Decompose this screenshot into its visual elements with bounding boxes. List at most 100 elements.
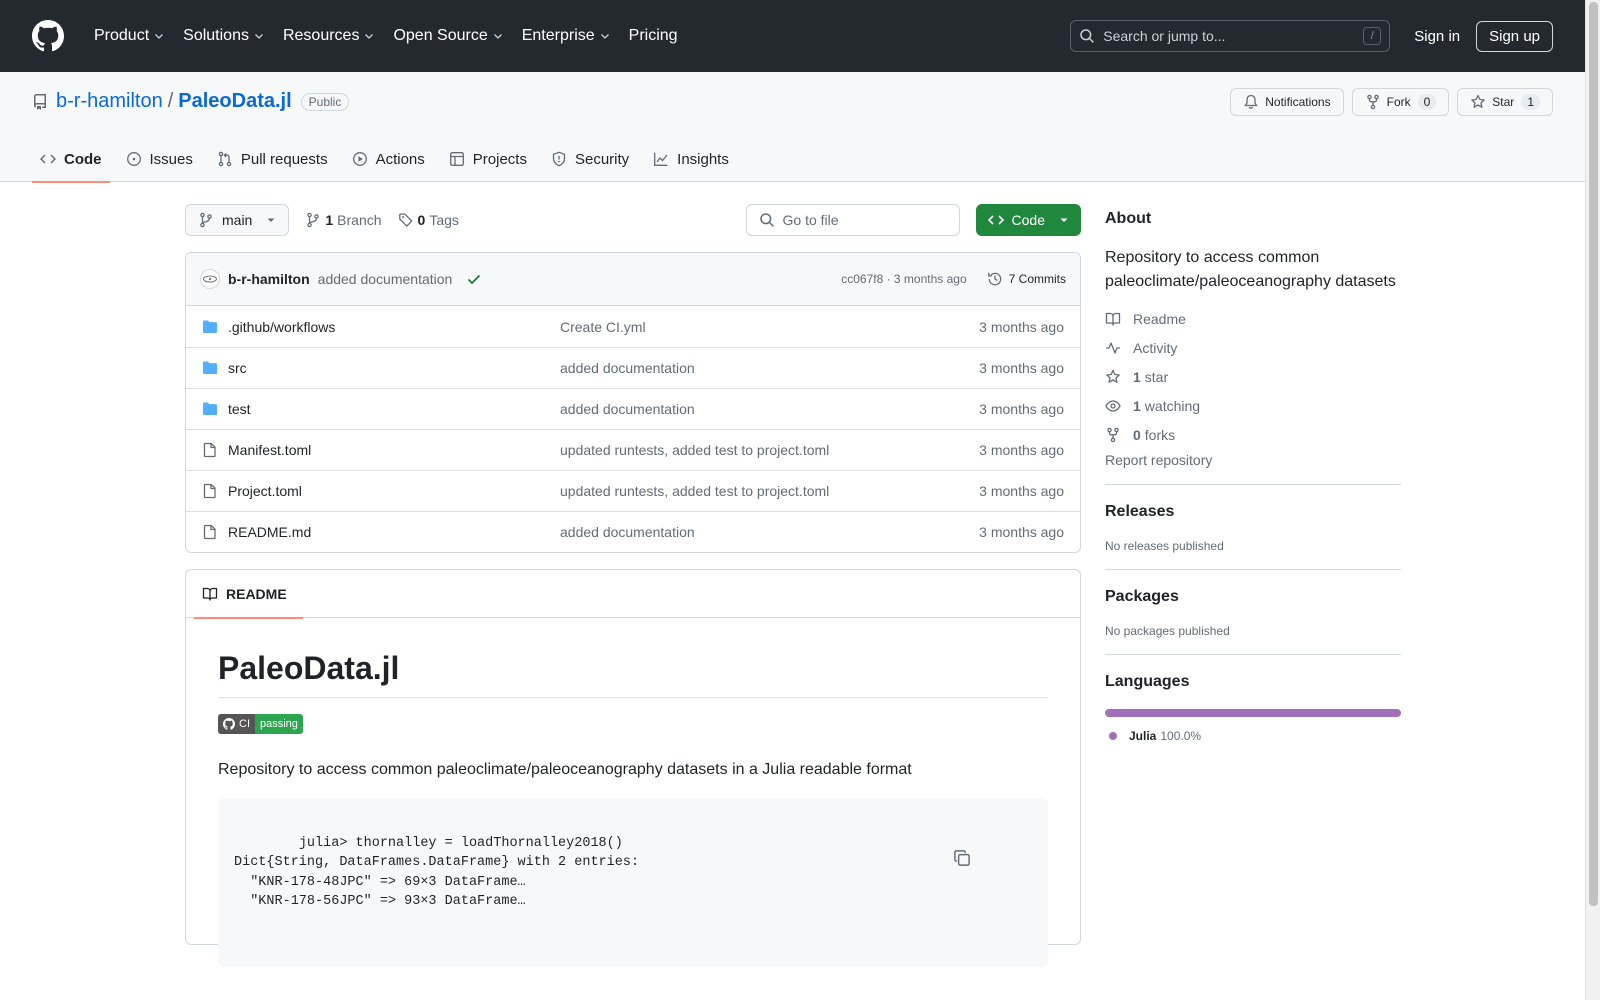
copy-icon[interactable] <box>953 810 1034 906</box>
history-icon <box>987 272 1001 286</box>
file-commit-message[interactable]: updated runtests, added test to project.… <box>560 442 979 458</box>
stars-count: 1 <box>1133 368 1141 385</box>
file-name-link[interactable]: src <box>228 360 560 376</box>
tab-pull-requests-label: Pull requests <box>240 150 328 168</box>
play-circle-icon <box>352 152 367 166</box>
star-count: 1 <box>1521 94 1540 110</box>
chevron-down-icon <box>493 34 502 39</box>
tag-label: Tags <box>429 212 459 228</box>
releases-heading[interactable]: Releases <box>1105 503 1401 521</box>
packages-heading[interactable]: Packages <box>1105 588 1401 606</box>
branch-label: Branch <box>337 212 382 228</box>
file-commit-message[interactable]: added documentation <box>560 360 979 376</box>
nav-product[interactable]: Product <box>86 21 173 51</box>
file-row[interactable]: Manifest.toml updated runtests, added tes… <box>186 429 1080 470</box>
nav-open-source[interactable]: Open Source <box>385 21 511 51</box>
file-commit-message[interactable]: added documentation <box>560 401 979 417</box>
tags-link[interactable]: 0 Tags <box>398 212 459 228</box>
file-name-link[interactable]: .github/workflows <box>228 319 560 335</box>
scrollbar-thumb[interactable] <box>1589 2 1598 906</box>
file-commit-message[interactable]: Create CI.yml <box>560 319 979 335</box>
commits-count-label: 7 Commits <box>1008 272 1066 286</box>
repo-owner-link[interactable]: b-r-hamilton <box>56 90 163 113</box>
table-icon <box>449 152 464 166</box>
go-to-file-input[interactable]: Go to file <box>745 204 960 236</box>
star-button[interactable]: Star 1 <box>1457 88 1553 116</box>
nav-enterprise[interactable]: Enterprise <box>514 21 619 51</box>
chevron-down-icon <box>600 34 609 39</box>
ci-badge-left: CI <box>218 714 255 734</box>
file-name-link[interactable]: test <box>228 401 560 417</box>
tab-actions[interactable]: Actions <box>344 136 433 182</box>
readme-tab-label: README <box>226 585 287 602</box>
tab-projects[interactable]: Projects <box>441 136 535 182</box>
tab-security[interactable]: Security <box>543 136 637 182</box>
chevron-down-icon <box>255 34 263 39</box>
sign-up-button[interactable]: Sign up <box>1476 20 1553 52</box>
branch-name: main <box>222 212 253 228</box>
file-name-link[interactable]: Manifest.toml <box>228 442 560 458</box>
global-search-input[interactable]: Search or jump to... / <box>1070 20 1391 52</box>
watching-link[interactable]: 1 watching <box>1105 391 1401 420</box>
code-icon <box>40 154 56 164</box>
ci-status-badge[interactable]: CI passing <box>218 714 303 734</box>
readme-code-block: julia> thornalley = loadThornalley2018()… <box>218 798 1048 967</box>
readme-tab[interactable]: README <box>194 570 303 619</box>
sign-in-link[interactable]: Sign in <box>1404 22 1470 51</box>
readme-panel: README PaleoData.jl CI passing Repositor… <box>185 569 1081 967</box>
tab-code[interactable]: Code <box>32 136 110 183</box>
tab-issues[interactable]: Issues <box>118 136 201 182</box>
repo-title: b-r-hamilton / PaleoData.jl Public <box>32 90 350 113</box>
file-commit-message[interactable]: added documentation <box>560 524 979 540</box>
commit-author[interactable]: b-r-hamilton <box>228 271 310 287</box>
repo-actions: Notifications Fork 0 Star 1 <box>1230 88 1553 116</box>
file-row[interactable]: test added documentation 3 months ago <box>186 388 1080 429</box>
language-item-julia[interactable]: Julia 100.0% <box>1105 729 1401 743</box>
file-row[interactable]: src added documentation 3 months ago <box>186 347 1080 388</box>
nav-pricing-label: Pricing <box>628 27 678 44</box>
stars-link[interactable]: 1 star <box>1105 362 1401 391</box>
branch-selector[interactable]: main <box>185 204 290 236</box>
check-icon[interactable] <box>466 271 482 287</box>
readme-tab-bar: README <box>186 570 1080 619</box>
forks-link[interactable]: 0 forks <box>1105 420 1401 449</box>
commit-sha-time[interactable]: cc067f8 · 3 months ago <box>841 272 966 286</box>
tab-pull-requests[interactable]: Pull requests <box>209 136 336 182</box>
readme-link[interactable]: Readme <box>1105 304 1401 333</box>
nav-solutions[interactable]: Solutions <box>175 21 273 51</box>
language-percent: 100.0% <box>1160 729 1202 743</box>
report-repository-link[interactable]: Report repository <box>1105 452 1401 468</box>
file-row[interactable]: README.md added documentation 3 months ago <box>186 511 1080 552</box>
commit-message[interactable]: added documentation <box>318 271 453 287</box>
file-icon <box>202 524 218 540</box>
book-icon <box>1105 312 1121 326</box>
github-logo-icon[interactable] <box>32 20 86 52</box>
commits-history-link[interactable]: 7 Commits <box>987 271 1066 287</box>
nav-resources[interactable]: Resources <box>275 21 383 51</box>
file-row[interactable]: Project.toml updated runtests, added test… <box>186 470 1080 511</box>
file-row[interactable]: .github/workflows Create CI.yml 3 months a… <box>186 306 1080 347</box>
code-download-button[interactable]: Code <box>975 204 1081 236</box>
releases-section: Releases No releases published <box>1105 484 1401 553</box>
bell-icon <box>1244 94 1258 109</box>
fork-button[interactable]: Fork 0 <box>1351 88 1450 116</box>
nav-pricing[interactable]: Pricing <box>621 21 686 51</box>
fork-count: 0 <box>1417 94 1437 110</box>
global-header: Product Solutions Resources Open Source … <box>0 0 1585 72</box>
tab-insights[interactable]: Insights <box>645 136 737 182</box>
avatar[interactable] <box>200 269 220 289</box>
packages-section: Packages No packages published <box>1105 569 1401 638</box>
code-icon <box>987 215 1004 225</box>
activity-link[interactable]: Activity <box>1105 333 1401 362</box>
branches-link[interactable]: 1 Branch <box>305 212 382 228</box>
file-name-link[interactable]: README.md <box>228 524 560 540</box>
file-name-link[interactable]: Project.toml <box>228 483 560 499</box>
issue-icon <box>126 152 141 166</box>
latest-commit-bar: b-r-hamilton added documentation cc067f8… <box>186 253 1080 306</box>
notifications-button[interactable]: Notifications <box>1230 88 1344 116</box>
repo-name-link[interactable]: PaleoData.jl <box>178 90 291 113</box>
header-right: Search or jump to... / Sign in Sign up <box>1070 20 1553 52</box>
file-commit-message[interactable]: updated runtests, added test to project.… <box>560 483 979 499</box>
tab-security-label: Security <box>574 150 630 168</box>
vertical-scrollbar[interactable] <box>1585 0 1600 1000</box>
